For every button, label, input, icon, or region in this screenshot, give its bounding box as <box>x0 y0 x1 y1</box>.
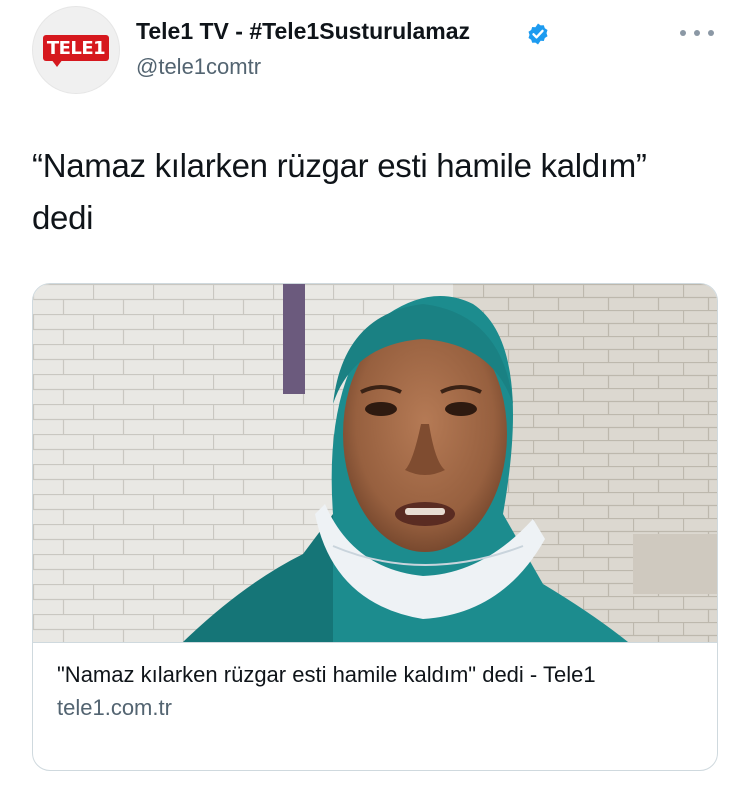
tweet: TELE1 Tele1 TV - #Tele1Susturulamaz @tel… <box>0 0 749 810</box>
link-card[interactable]: "Namaz kılarken rüzgar esti hamile kaldı… <box>32 283 718 771</box>
display-name[interactable]: Tele1 TV - #Tele1Susturulamaz <box>136 18 470 45</box>
card-image[interactable] <box>33 284 717 642</box>
card-body[interactable]: "Namaz kılarken rüzgar esti hamile kaldı… <box>33 642 717 770</box>
more-options-icon[interactable] <box>680 26 714 40</box>
card-title: "Namaz kılarken rüzgar esti hamile kaldı… <box>57 662 596 687</box>
tele1-logo: TELE1 <box>43 35 109 67</box>
tweet-text: “Namaz kılarken rüzgar esti hamile kaldı… <box>32 147 647 236</box>
verified-badge-icon <box>528 23 548 45</box>
logo-text: TELE1 <box>46 37 106 59</box>
card-domain: tele1.com.tr <box>57 695 172 720</box>
handle[interactable]: @tele1comtr <box>136 54 261 80</box>
woman-in-hijab-photo <box>33 284 717 642</box>
avatar[interactable]: TELE1 <box>32 6 120 94</box>
